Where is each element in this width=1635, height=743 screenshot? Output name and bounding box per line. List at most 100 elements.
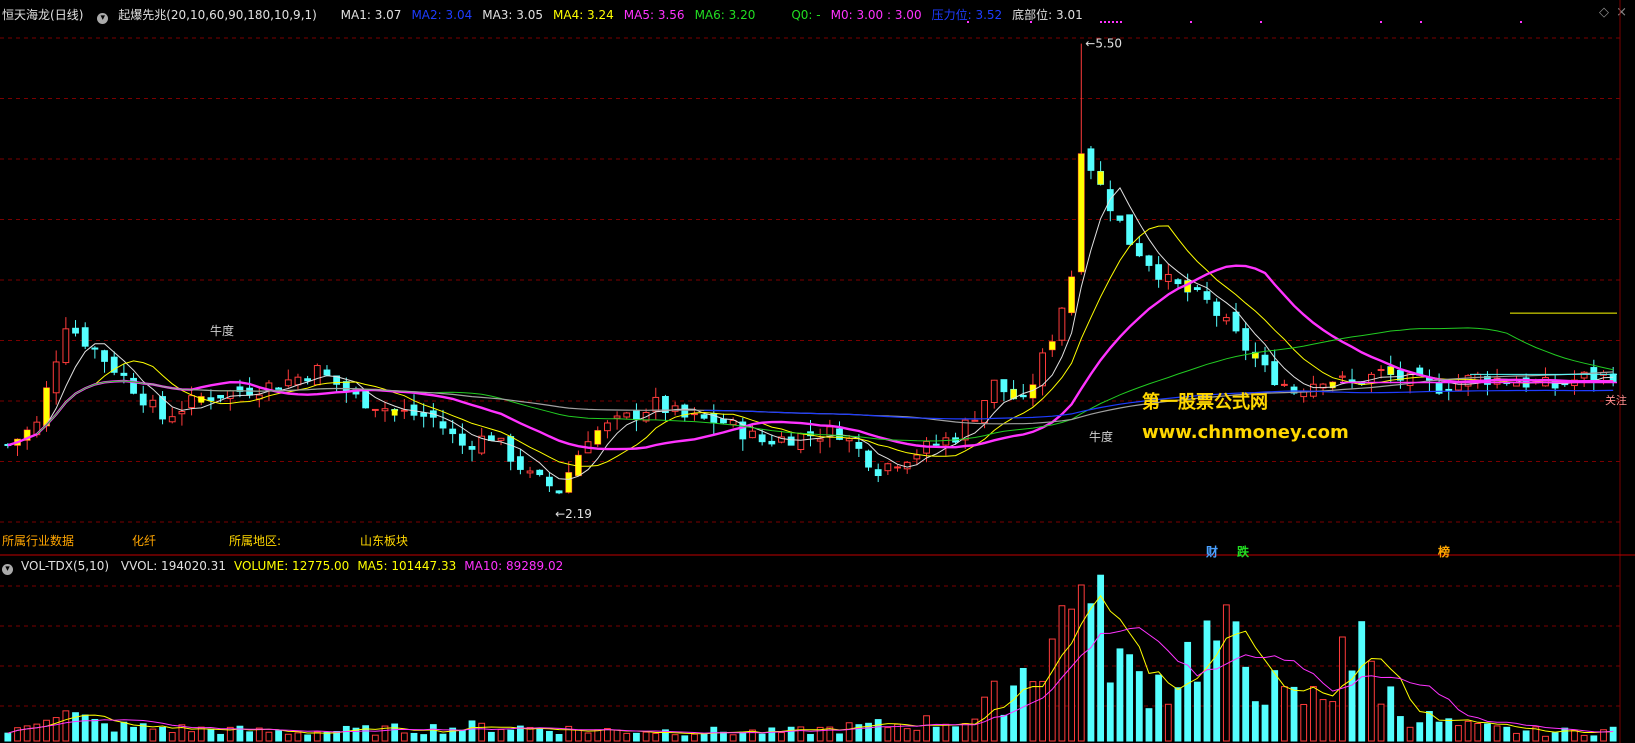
volume-bar-down (1561, 727, 1569, 742)
top-marker (1190, 21, 1192, 23)
volume-bar-down (81, 714, 89, 742)
volume-bar-up (168, 732, 176, 742)
volume-bar-up (1377, 703, 1385, 742)
candle-down (545, 476, 553, 487)
volume-bar-up (652, 732, 660, 742)
top-marker (1420, 21, 1422, 23)
candle-up (884, 463, 892, 472)
volume-bar-down (1271, 670, 1279, 742)
candle-down (1087, 148, 1095, 171)
volume-bar-down (130, 726, 137, 742)
volume-bar-up (1493, 725, 1501, 742)
top-marker (967, 21, 969, 23)
candle-down (120, 372, 128, 376)
volume-chart[interactable] (0, 556, 1635, 743)
volume-bar-down (1290, 686, 1298, 742)
ma6-line (36, 327, 1614, 442)
industry-value: 化纤 (132, 534, 157, 548)
candle-down (1145, 255, 1153, 266)
watermark-title: 第一股票公式网 (1142, 392, 1268, 413)
volume-bar-down (768, 727, 776, 742)
candle-up (178, 410, 186, 415)
volume-bar-down (633, 732, 640, 742)
volume-bar-down (101, 723, 108, 742)
volume-bar-down (1445, 718, 1453, 742)
candle-down (304, 378, 312, 382)
high-price-label: ←5.50 (1085, 37, 1122, 51)
candle-up (284, 379, 292, 387)
volume-bar-down (1609, 726, 1617, 742)
volume-bar-up (265, 731, 273, 742)
signal-bar (1068, 276, 1075, 313)
price-chart[interactable]: ←5.50←2.19牛度牛度关注 (0, 0, 1635, 556)
industry-label: 所属行业数据 (2, 534, 75, 548)
volume-bar-up (284, 733, 292, 742)
top-marker (1100, 21, 1102, 23)
candle-up (1280, 383, 1288, 386)
volume-bar-down (952, 726, 959, 742)
volume-bar-down (1116, 648, 1124, 742)
candle-down (439, 421, 447, 429)
candle-up (845, 438, 853, 442)
region-value: 山东板块 (360, 534, 409, 548)
candle-down (1126, 214, 1134, 245)
volume-bar-up (1164, 703, 1172, 742)
top-marker (1030, 21, 1032, 23)
candle-down (1261, 354, 1269, 366)
candle-up (797, 433, 805, 450)
candle-down (217, 394, 224, 399)
candle-up (381, 408, 389, 412)
volume-bar-down (1522, 730, 1530, 742)
volume-bar-down (1435, 721, 1443, 742)
volume-bar-down (807, 733, 814, 742)
volume-bar-down (1358, 621, 1366, 742)
candle-down (1242, 328, 1250, 351)
top-marker (1380, 21, 1382, 23)
volume-bar-down (1000, 714, 1008, 742)
volume-bar-up (33, 723, 41, 742)
volume-bar-down (1135, 671, 1143, 742)
volume-bar-up (1222, 604, 1230, 742)
signal-bar (565, 472, 572, 493)
candle-up (652, 396, 660, 412)
candle-down (323, 369, 331, 376)
top-marker (1104, 21, 1106, 23)
volume-bar-up (623, 732, 631, 742)
volume-bar-down (720, 731, 727, 742)
candle-down (555, 490, 563, 494)
volume-bar-up (1319, 699, 1327, 742)
volume-bar-up (923, 715, 930, 742)
volume-bar-up (942, 723, 950, 742)
low-price-label: ←2.19 (555, 507, 592, 521)
volume-bar-down (439, 733, 447, 742)
candle-down (1135, 243, 1143, 257)
volume-bar-down (217, 733, 224, 742)
volume-bar-down (681, 735, 689, 742)
candle-up (623, 412, 631, 418)
candle-up (313, 365, 321, 386)
signal-bar (1387, 366, 1394, 375)
volume-bar-down (1213, 640, 1221, 742)
candle-down (275, 387, 283, 390)
candle-down (1271, 361, 1279, 386)
candle-down (81, 327, 89, 347)
top-marker (1112, 21, 1114, 23)
volume-bar-up (961, 723, 969, 742)
niudu-label-1: 牛度 (210, 323, 234, 338)
candle-up (1222, 317, 1230, 322)
volume-bar-down (545, 730, 553, 742)
volume-bar-down (1097, 574, 1105, 742)
volume-bar-down (1174, 687, 1182, 742)
volume-bar-down (487, 731, 495, 742)
volume-bar-down (1155, 674, 1163, 742)
volume-bar-up (671, 734, 679, 742)
candle-up (816, 438, 824, 442)
candle-up (62, 328, 70, 364)
candle-up (526, 470, 534, 474)
candle-down (342, 381, 350, 392)
candle-up (894, 466, 901, 469)
volume-bar-down (836, 733, 843, 742)
volume-bar-up (294, 732, 302, 742)
signal-bar (594, 430, 601, 445)
candle-up (1039, 352, 1046, 387)
